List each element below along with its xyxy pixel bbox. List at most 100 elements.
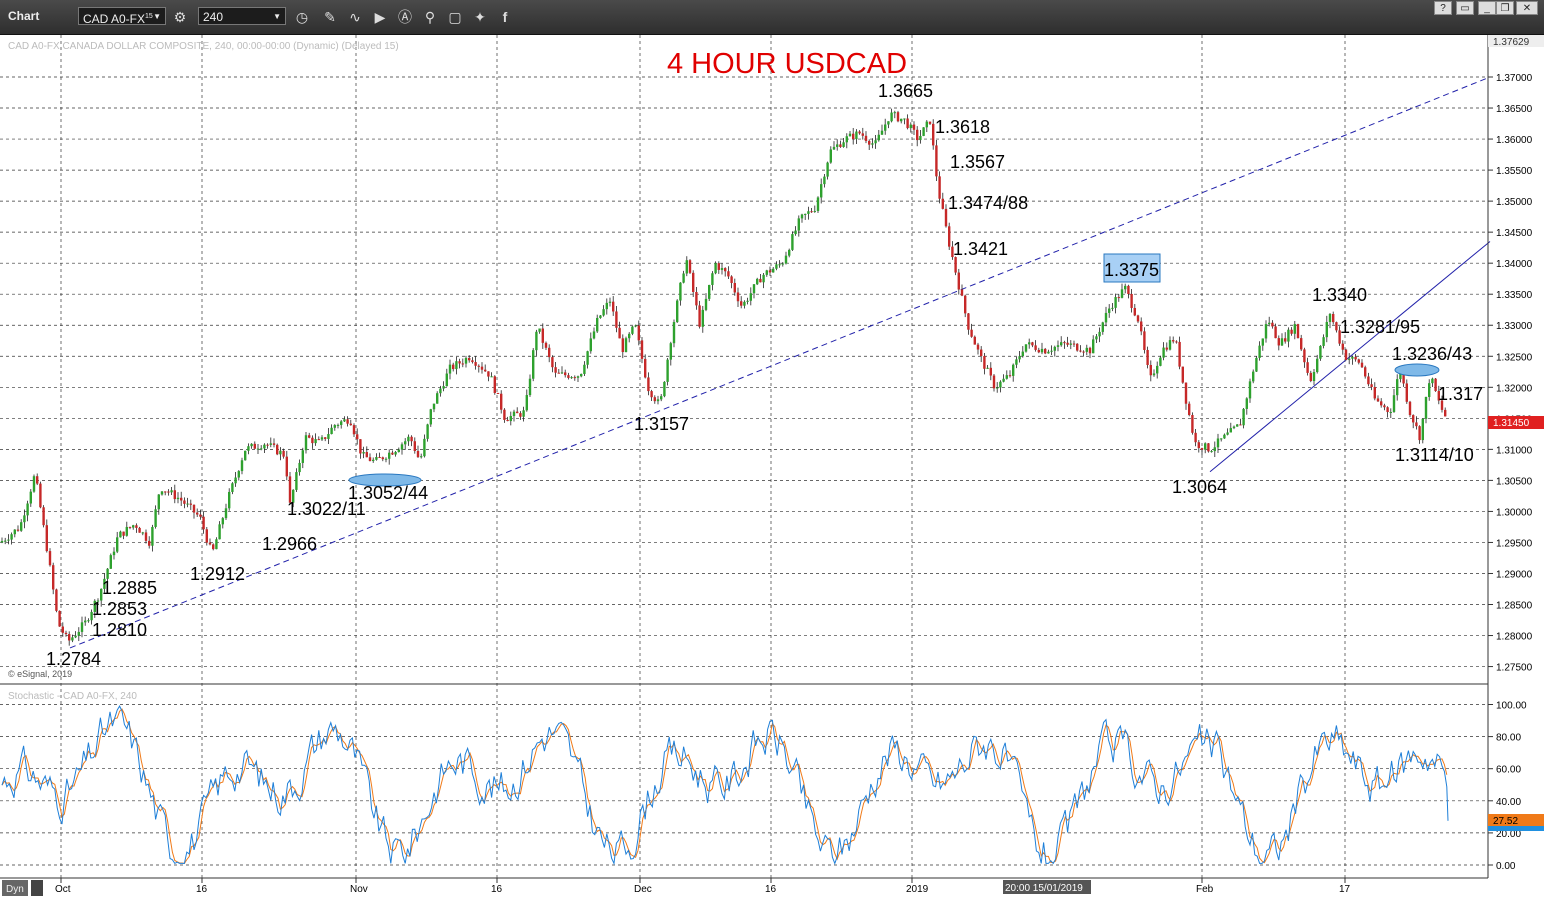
minimize-button[interactable]: _ [1478,1,1496,15]
candle-body [688,260,692,273]
candle-body [960,289,964,296]
chat-icon[interactable]: ▢ [445,7,465,27]
candle-body [1325,321,1328,338]
twitter-icon[interactable]: ✦ [470,7,490,27]
line-draw-icon[interactable]: ∿ [345,7,365,27]
candle-body [1040,348,1044,353]
candle-body [336,424,340,426]
price-tick-label: 1.35500 [1496,166,1533,177]
settings-icon[interactable]: ⚙ [170,7,190,27]
candle-body [964,295,967,314]
candle-body [928,121,932,124]
candle-body [1207,443,1210,452]
price-annotation: 1.3665 [878,81,933,101]
candle-body [256,448,260,450]
price-tick-label: 1.32000 [1496,383,1533,394]
candle-body [1415,422,1418,427]
price-tick-label: 1.29500 [1496,538,1533,549]
candle-body [1319,345,1322,359]
facebook-icon[interactable]: f [495,7,515,27]
candle-body [448,364,452,374]
price-tick-label: 1.28500 [1496,601,1533,612]
candle-body [324,437,327,439]
candle-body [64,632,68,635]
candle-body [695,291,698,306]
candle-body [16,529,20,531]
window-menu-button[interactable]: ▭ [1456,1,1474,15]
close-button[interactable]: ✕ [1516,1,1538,15]
candle-body [1428,383,1431,398]
price-chart[interactable]: CAD A0-FX CANADA DOLLAR COMPOSITE, 240, … [0,35,1544,900]
scroll-handle[interactable] [31,880,43,896]
link-icon[interactable]: ⚲ [420,7,440,27]
candle-body [116,537,119,552]
candle-body [1095,336,1098,340]
restore-button[interactable]: ❐ [1496,1,1514,15]
interval-input[interactable]: 240 ▼ [198,7,286,25]
pencil-icon[interactable]: ✎ [320,7,340,27]
candle-body [1239,424,1242,426]
candle-body [794,230,797,235]
symbol-text: CAD A0-FX [83,12,146,26]
candle-body [1194,432,1197,443]
candle-body [909,124,912,129]
candle-body [506,419,509,422]
candle-body [215,539,218,550]
candle-body [813,210,816,212]
candle-body [1296,324,1300,339]
price-annotation: 1.3421 [953,239,1008,259]
candle-body [877,134,880,141]
alert-icon[interactable]: Ⓐ [395,7,415,27]
stochastic-tick-label: 80.00 [1496,733,1521,744]
candle-body [724,268,727,272]
candle-body [244,450,247,461]
candle-body [1258,345,1261,358]
candle-body [1079,350,1082,352]
candle-body [404,441,407,445]
clock-icon[interactable]: ◷ [292,7,312,27]
candle-body [861,133,864,136]
candle-body [1370,384,1373,387]
candle-body [1248,381,1252,399]
candle-body [1229,428,1232,433]
candle-body [1245,398,1248,409]
candle-body [580,373,583,377]
candle-body [765,270,768,275]
candle-body [1348,358,1351,360]
candle-body [420,456,423,458]
play-icon[interactable]: ▶ [370,7,390,27]
candle-body [240,460,244,472]
candle-body [1220,438,1223,440]
candle-body [381,457,384,460]
candle-body [160,491,164,495]
candle-body [359,439,362,454]
candle-body [42,507,45,526]
candle-body [938,176,941,199]
candle-body [1373,386,1376,399]
candle-body [1341,343,1344,350]
interval-dropdown-icon[interactable]: ▼ [273,8,281,26]
candle-body [343,419,346,422]
help-button[interactable]: ? [1434,1,1452,15]
candle-body [682,273,685,283]
candle-body [692,272,695,292]
candle-body [119,531,122,538]
candle-body [487,371,490,377]
candle-body [663,381,666,397]
dyn-label: Dyn [6,884,24,895]
candle-body [231,483,234,492]
candle-body [1028,342,1031,345]
candle-body [708,284,711,299]
symbol-dropdown-icon[interactable]: ▼ [153,8,161,26]
candle-body [1360,362,1364,368]
candle-body [509,415,512,422]
candle-body [823,176,826,185]
candle-body [237,471,240,478]
symbol-input[interactable]: CAD A0-FX15 ▼ [78,7,166,26]
price-annotation: 1.3567 [950,152,1005,172]
candle-body [900,118,903,122]
candle-body [1316,358,1319,373]
candle-body [602,309,605,316]
candle-body [480,366,484,370]
candle-body [666,359,669,382]
